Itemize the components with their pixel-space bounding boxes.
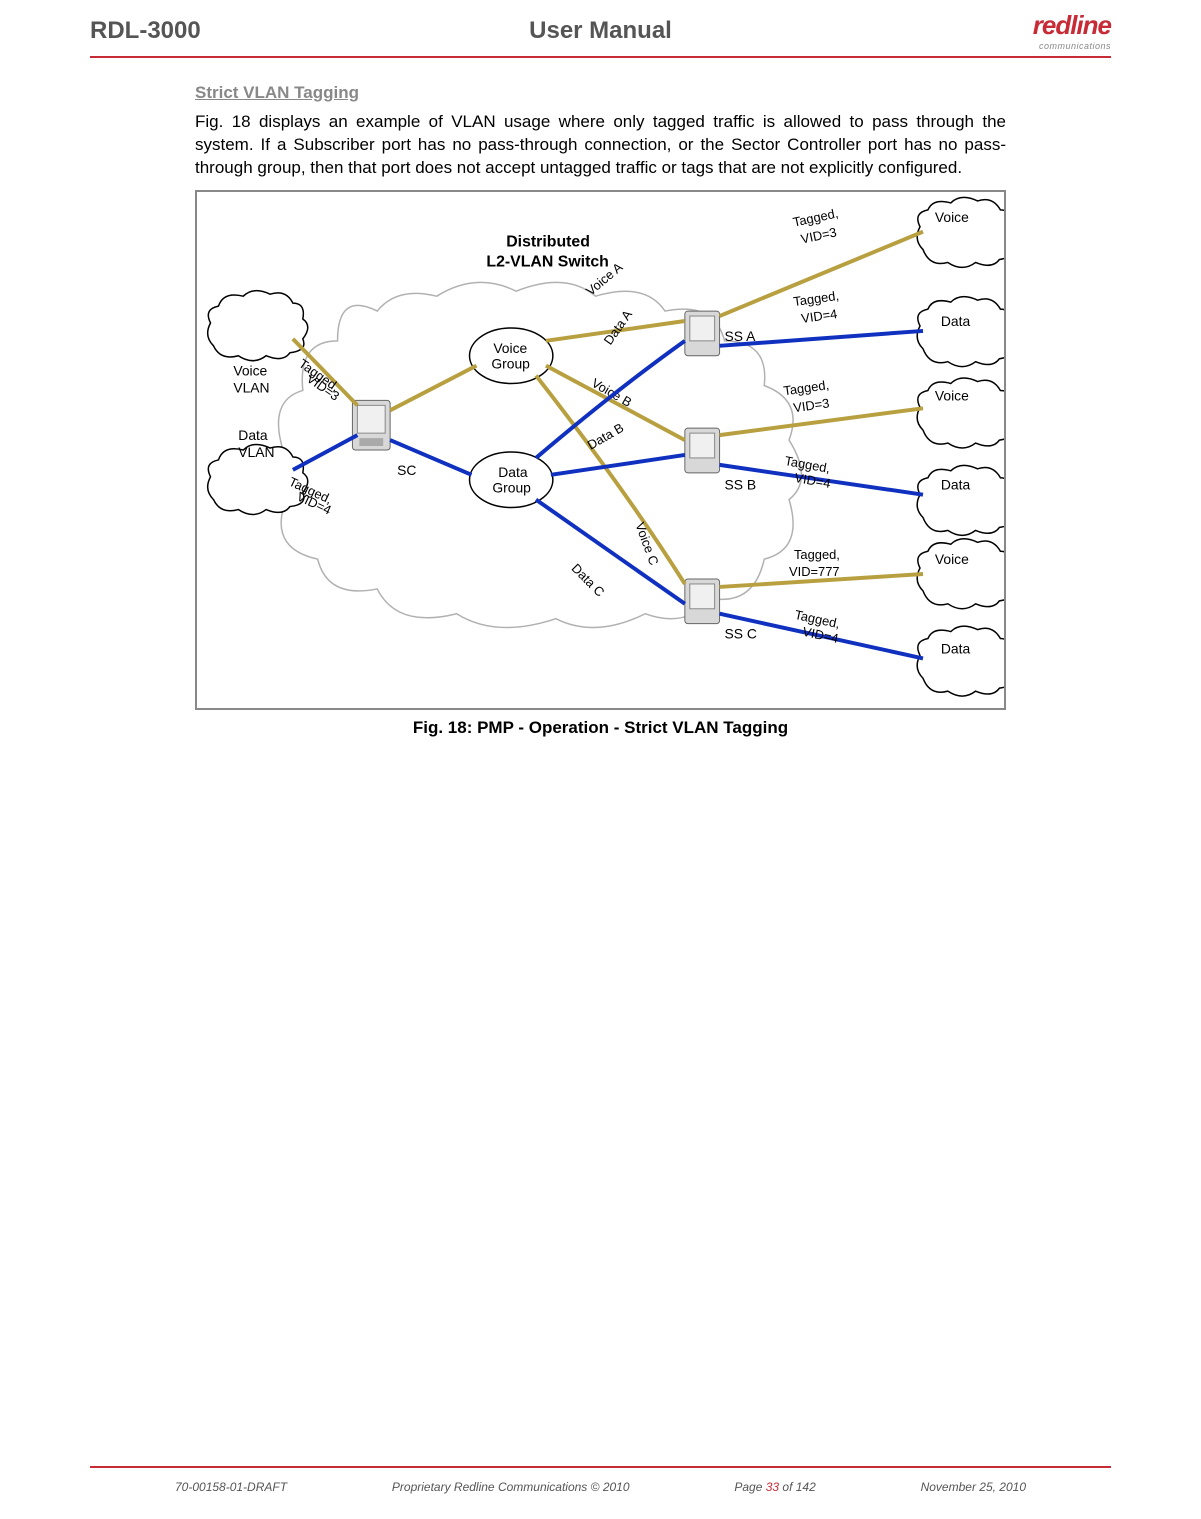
ss-c-data-label: Data bbox=[941, 640, 971, 656]
page-prefix: Page bbox=[734, 1480, 765, 1494]
diagram-title-1: Distributed bbox=[506, 233, 590, 250]
ss-c-device-icon bbox=[685, 579, 720, 624]
footer-date: November 25, 2010 bbox=[921, 1480, 1026, 1494]
ss-b-voice-vid3: VID=3 bbox=[792, 395, 830, 415]
ss-a-voice-vid3: VID=3 bbox=[799, 224, 838, 246]
diagram-title-2: L2-VLAN Switch bbox=[486, 253, 608, 270]
page-content: Strict VLAN Tagging Fig. 18 displays an … bbox=[0, 58, 1201, 738]
voice-vlan-cloud bbox=[208, 290, 308, 360]
logo-container: redline communications bbox=[1033, 10, 1111, 51]
sc-device-icon bbox=[352, 400, 390, 450]
document-header: RDL-3000 User Manual redline communicati… bbox=[0, 0, 1201, 56]
doc-title: User Manual bbox=[529, 17, 672, 45]
footer-content: 70-00158-01-DRAFT Proprietary Redline Co… bbox=[90, 1480, 1111, 1494]
data-group-label-2: Group bbox=[492, 479, 531, 495]
voice-vlan-label-2: VLAN bbox=[233, 379, 269, 395]
doc-id: RDL-3000 bbox=[90, 17, 201, 45]
ss-b-label: SS B bbox=[725, 477, 757, 493]
footer-rule bbox=[90, 1466, 1111, 1468]
ss-b-device-icon bbox=[685, 428, 720, 473]
section-heading: Strict VLAN Tagging bbox=[195, 83, 1006, 103]
footer-page-info: Page 33 of 142 bbox=[734, 1480, 815, 1494]
ss-a-voice-label: Voice bbox=[935, 209, 969, 225]
logo-subtitle: communications bbox=[1033, 41, 1111, 51]
ss-a-data-cloud bbox=[917, 296, 1004, 366]
page-suffix: of 142 bbox=[779, 1480, 816, 1494]
data-vlan-label-2: VLAN bbox=[238, 444, 274, 460]
ss-c-voice-vid777: VID=777 bbox=[789, 564, 840, 579]
ss-a-device-icon bbox=[685, 311, 720, 356]
figure-caption: Fig. 18: PMP - Operation - Strict VLAN T… bbox=[195, 718, 1006, 738]
ss-b-voice-label: Voice bbox=[935, 387, 969, 403]
ss-c-label: SS C bbox=[725, 625, 757, 641]
ss-a-data-vid4: VID=4 bbox=[800, 306, 838, 326]
footer-copyright: Proprietary Redline Communications © 201… bbox=[392, 1480, 630, 1494]
ss-c-data-cloud bbox=[917, 626, 1004, 696]
voice-group-label-1: Voice bbox=[493, 340, 527, 356]
ss-c-voice-tagged: Tagged, bbox=[794, 547, 840, 562]
voice-vlan-label-1: Voice bbox=[233, 362, 267, 378]
data-group-label-1: Data bbox=[498, 464, 528, 480]
logo-text: redline bbox=[1033, 10, 1111, 41]
vlan-diagram-svg: Voice VLAN Data VLAN SC Voice Group Data bbox=[197, 192, 1004, 708]
voice-group-label-2: Group bbox=[491, 355, 530, 371]
page-footer: 70-00158-01-DRAFT Proprietary Redline Co… bbox=[90, 1466, 1111, 1494]
data-vlan-label-1: Data bbox=[238, 427, 268, 443]
ss-b-data-label: Data bbox=[941, 477, 971, 493]
ss-c-voice-cloud bbox=[917, 539, 1004, 609]
figure-18-diagram: Voice VLAN Data VLAN SC Voice Group Data bbox=[195, 190, 1006, 710]
ss-a-label: SS A bbox=[725, 328, 757, 344]
ss-c-voice-label: Voice bbox=[935, 551, 969, 567]
body-paragraph: Fig. 18 displays an example of VLAN usag… bbox=[195, 111, 1006, 180]
sc-label: SC bbox=[397, 462, 416, 478]
ss-a-data-label: Data bbox=[941, 313, 971, 329]
page-number: 33 bbox=[766, 1480, 779, 1494]
footer-doc-num: 70-00158-01-DRAFT bbox=[175, 1480, 287, 1494]
